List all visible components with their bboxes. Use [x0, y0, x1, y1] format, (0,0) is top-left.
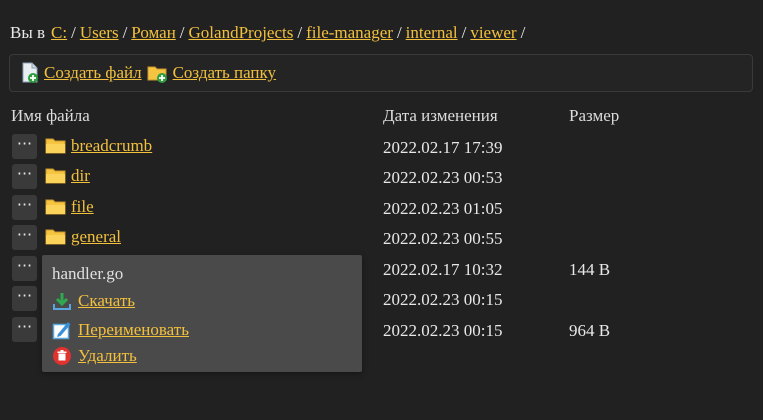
file-name-cell: dir: [45, 166, 90, 186]
download-menu-item[interactable]: Скачать: [52, 291, 135, 311]
modified-date: 2022.02.17 10:32: [383, 260, 503, 279]
breadcrumb-separator: /: [520, 23, 526, 42]
breadcrumb-separator: /: [396, 23, 402, 42]
folder-icon: [45, 168, 66, 184]
breadcrumb-prefix: Вы в: [10, 23, 46, 42]
breadcrumb-separator: /: [71, 23, 76, 42]
folder-icon: [45, 199, 66, 215]
file-name-cell: breadcrumb: [45, 136, 152, 156]
modified-date: 2022.02.23 00:15: [383, 290, 503, 309]
toolbar: Создать файл Создать папку: [9, 54, 753, 92]
folder-link[interactable]: breadcrumb: [71, 136, 152, 156]
breadcrumb-separator: /: [179, 23, 185, 42]
row-menu-button[interactable]: ···: [12, 225, 37, 250]
file-name-cell: file: [45, 197, 94, 217]
modified-date: 2022.02.17 17:39: [383, 138, 503, 157]
download-label[interactable]: Скачать: [78, 291, 135, 311]
row-menu-button[interactable]: ···: [12, 317, 37, 342]
row-menu-button[interactable]: ···: [12, 195, 37, 220]
breadcrumb-separator: /: [122, 23, 128, 42]
folder-link[interactable]: file: [71, 197, 94, 217]
folder-link[interactable]: general: [71, 227, 121, 247]
file-size: 964 B: [569, 321, 611, 340]
create-file-label[interactable]: Создать файл: [44, 63, 142, 83]
rename-label[interactable]: Переименовать: [78, 320, 189, 340]
row-menu-button[interactable]: ···: [12, 134, 37, 159]
table-row: ··· dir 2022.02.23 00:53: [0, 162, 763, 192]
column-header-size: Размер: [569, 106, 620, 125]
create-file-button[interactable]: Создать файл: [20, 62, 142, 84]
table-row: ··· breadcrumb 2022.02.17 17:39: [0, 132, 763, 162]
table-row: ··· general 2022.02.23 00:55: [0, 223, 763, 253]
modified-date: 2022.02.23 00:53: [383, 168, 503, 187]
delete-label[interactable]: Удалить: [78, 346, 137, 366]
folder-icon: [45, 229, 66, 245]
rename-icon: [52, 322, 71, 340]
folder-link[interactable]: dir: [71, 166, 90, 186]
breadcrumb-separator: /: [461, 23, 467, 42]
row-menu-button[interactable]: ···: [12, 286, 37, 311]
file-context-menu: handler.go Скачать Переименовать Удалить: [42, 255, 362, 372]
row-menu-button[interactable]: ···: [12, 256, 37, 281]
row-menu-button[interactable]: ···: [12, 164, 37, 189]
file-manager-page: Вы в C: / Users / Роман / GolandProjects / file-m…: [0, 0, 763, 420]
breadcrumb: Вы в C: / Users / Роман / GolandProjects / file-m…: [10, 22, 529, 44]
breadcrumb-item-file-manager[interactable]: file-manager: [306, 23, 393, 42]
file-size: 144 B: [569, 260, 611, 279]
breadcrumb-item-users[interactable]: Users: [80, 23, 119, 42]
column-header-name: Имя файла: [11, 106, 90, 125]
breadcrumb-item-golandprojects[interactable]: GolandProjects: [189, 23, 294, 42]
breadcrumb-item-drive[interactable]: C:: [51, 23, 67, 42]
create-folder-button[interactable]: Создать папку: [147, 62, 276, 84]
breadcrumb-item-viewer[interactable]: viewer: [470, 23, 516, 42]
delete-menu-item[interactable]: Удалить: [52, 346, 137, 366]
breadcrumb-separator: /: [297, 23, 303, 42]
context-menu-title: handler.go: [52, 264, 124, 283]
new-folder-icon: [147, 66, 167, 83]
trash-icon: [53, 347, 71, 365]
new-file-icon: [22, 62, 38, 83]
download-icon: [53, 293, 71, 310]
modified-date: 2022.02.23 00:15: [383, 321, 503, 340]
column-header-date: Дата изменения: [383, 106, 498, 125]
modified-date: 2022.02.23 00:55: [383, 229, 503, 248]
modified-date: 2022.02.23 01:05: [383, 199, 503, 218]
table-row: ··· file 2022.02.23 01:05: [0, 193, 763, 223]
breadcrumb-item-internal[interactable]: internal: [406, 23, 458, 42]
breadcrumb-item-user[interactable]: Роман: [131, 23, 176, 42]
create-folder-label[interactable]: Создать папку: [173, 63, 276, 83]
table-header: Имя файла Дата изменения Размер: [0, 106, 763, 126]
file-name-cell: general: [45, 227, 121, 247]
rename-menu-item[interactable]: Переименовать: [52, 320, 189, 340]
folder-icon: [45, 138, 66, 154]
